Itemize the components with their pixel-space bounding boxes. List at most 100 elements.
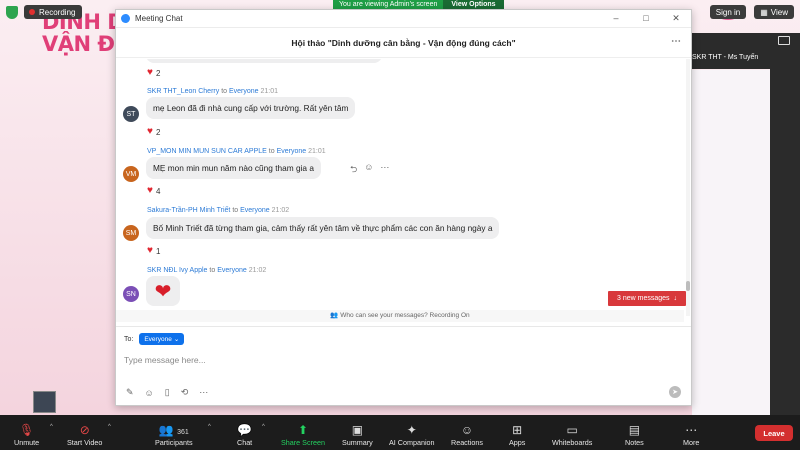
chat-label: Chat [237, 438, 253, 447]
start-video-button[interactable]: ⊘ Start Video [67, 423, 102, 447]
unmute-button[interactable]: 🎙 Unmute [14, 423, 39, 447]
message-time: 21:01 [260, 88, 279, 95]
recipient-value: Everyone [144, 335, 172, 343]
new-messages-button[interactable]: 3 new messages ↓ [608, 291, 686, 306]
avatar[interactable]: SN [123, 286, 139, 302]
who-can-see-text: Who can see your messages? Recording On [340, 312, 470, 319]
start-video-label: Start Video [67, 438, 103, 447]
participant-tile[interactable]: SKR THT - Ms Tuyến [692, 33, 770, 69]
recording-label: Recording [39, 7, 76, 17]
sender-name[interactable]: SKR NĐL Ivy Apple [147, 267, 207, 274]
meeting-toolbar: 🎙 Unmute ^ ⊘ Start Video ^ 👥 361 Partici… [0, 415, 800, 450]
share-screen-label: Share Screen [281, 438, 325, 447]
chat-titlebar[interactable]: Meeting Chat – □ ✕ [116, 10, 691, 28]
sender-name[interactable]: SKR THT_Leon Cherry [147, 88, 219, 95]
participants-label: Participants [155, 438, 193, 447]
notes-button[interactable]: ▤ Notes [625, 423, 644, 447]
avatar[interactable]: SM [123, 225, 139, 241]
recording-indicator[interactable]: Recording [24, 5, 83, 19]
caret-up-icon[interactable]: ^ [108, 424, 111, 430]
recipient-dropdown[interactable]: Everyone ⌄ [139, 333, 185, 345]
message-bubble[interactable]: mẹ Leon đã đi nhà cung cấp với trường. R… [146, 97, 356, 119]
reactions-button[interactable]: ☺ Reactions [451, 423, 483, 447]
chat-button[interactable]: 💬 Chat [237, 423, 252, 447]
close-button[interactable]: ✕ [661, 13, 691, 24]
reply-icon[interactable]: ⮌ [350, 162, 357, 178]
summary-button[interactable]: ▣ Summary [342, 423, 373, 447]
reaction-count: 1 [155, 246, 161, 256]
scrollbar-thumb[interactable] [686, 281, 690, 291]
top-right-controls: Sign in ▦ View [709, 5, 794, 19]
reaction-chip[interactable]: ♥ 2 [147, 127, 160, 137]
view-button[interactable]: ▦ View [754, 5, 794, 19]
sender-name[interactable]: Sakura-Trần-PH Minh Triết [147, 207, 230, 214]
whiteboard-icon: ▭ [566, 423, 578, 437]
view-label: View [770, 7, 788, 17]
send-icon[interactable]: ➤ [669, 386, 681, 398]
apps-button[interactable]: ⊞ Apps [509, 423, 525, 447]
self-view-thumbnail[interactable] [33, 391, 56, 413]
more-options-icon[interactable]: ⋯ [671, 36, 681, 47]
emoji-icon[interactable]: ☺ [145, 388, 154, 398]
participants-button[interactable]: 👥 361 Participants [155, 423, 193, 447]
notes-icon: ▤ [628, 423, 641, 437]
message-scrollbar[interactable] [686, 59, 690, 316]
sign-in-button[interactable]: Sign in [709, 5, 747, 19]
meeting-topic: Hội thảo "Dinh dưỡng cân bằng - Vận động… [291, 37, 516, 48]
heart-reaction-icon: ♥ [147, 126, 153, 137]
sender-name[interactable]: VP_MON MIN MUN SUN CAR APPLE [147, 148, 267, 155]
who-can-see-link[interactable]: 👥 Who can see your messages? Recording O… [116, 310, 684, 322]
message-input[interactable] [124, 349, 674, 371]
caret-up-icon[interactable]: ^ [50, 424, 53, 430]
to-word: to [232, 207, 239, 214]
format-text-icon[interactable]: ✎ [126, 387, 134, 398]
reaction-count: 4 [155, 186, 161, 196]
right-side-strip [770, 33, 800, 415]
share-screen-icon: ⬆ [297, 423, 308, 437]
expand-gallery-icon[interactable] [778, 36, 790, 45]
caret-up-icon[interactable]: ^ [262, 424, 265, 430]
meeting-chat-window: Meeting Chat – □ ✕ Hội thảo "Dinh dưỡng … [115, 9, 692, 406]
heart-emoji-message[interactable]: ❤ [146, 276, 180, 306]
recipient-name: Everyone [228, 88, 259, 95]
more-button[interactable]: ⋯ More [683, 423, 699, 447]
more-icon: ⋯ [685, 423, 698, 437]
recipient-name: Everyone [217, 267, 247, 274]
more-label: More [683, 438, 700, 447]
participants-count: 361 [177, 429, 189, 436]
leave-button[interactable]: Leave [755, 425, 793, 441]
message-meta: SKR THT_Leon Cherry to Everyone 21:01 [147, 88, 278, 95]
more-actions-icon[interactable]: ⋯ [380, 162, 389, 178]
summary-icon: ▣ [351, 423, 364, 437]
message-list[interactable]: ♥ 2 ST SKR THT_Leon Cherry to Everyone 2… [116, 59, 684, 316]
add-reaction-icon[interactable]: ☺ [364, 162, 373, 178]
reactions-label: Reactions [451, 438, 483, 447]
to-word: to [221, 88, 228, 95]
chevron-down-icon: ⌄ [173, 336, 180, 343]
apps-label: Apps [509, 438, 526, 447]
heart-reaction-icon: ♥ [147, 67, 153, 78]
screenshot-icon[interactable]: ⟲ [181, 387, 189, 398]
reaction-chip[interactable]: ♥ 1 [147, 246, 160, 256]
avatar[interactable]: VM [123, 166, 139, 182]
heart-reaction-icon: ♥ [147, 185, 153, 196]
whiteboards-button[interactable]: ▭ Whiteboards [552, 423, 592, 447]
maximize-button[interactable]: □ [631, 13, 661, 24]
more-compose-icon[interactable]: ⋯ [199, 387, 208, 398]
share-screen-button[interactable]: ⬆ Share Screen [281, 423, 325, 447]
reaction-chip[interactable]: ♥ 2 [147, 68, 160, 78]
whiteboards-label: Whiteboards [552, 438, 593, 447]
message-bubble[interactable]: MẸ mon min mun năm nào cũng tham gia a [146, 157, 321, 179]
notes-label: Notes [625, 438, 644, 447]
security-shield-icon[interactable] [6, 5, 18, 19]
message-bubble[interactable]: Bố Minh Triết đã từng tham gia, cảm thấy… [146, 217, 500, 239]
ai-companion-button[interactable]: ✦ AI Companion [389, 423, 435, 447]
ai-companion-label: AI Companion [389, 438, 435, 447]
avatar[interactable]: ST [123, 106, 139, 122]
apps-icon: ⊞ [512, 423, 523, 437]
recipient-name: Everyone [276, 148, 307, 155]
reaction-chip[interactable]: ♥ 4 [147, 186, 160, 196]
file-icon[interactable]: ▯ [165, 387, 170, 398]
caret-up-icon[interactable]: ^ [208, 424, 211, 430]
minimize-button[interactable]: – [601, 13, 631, 24]
